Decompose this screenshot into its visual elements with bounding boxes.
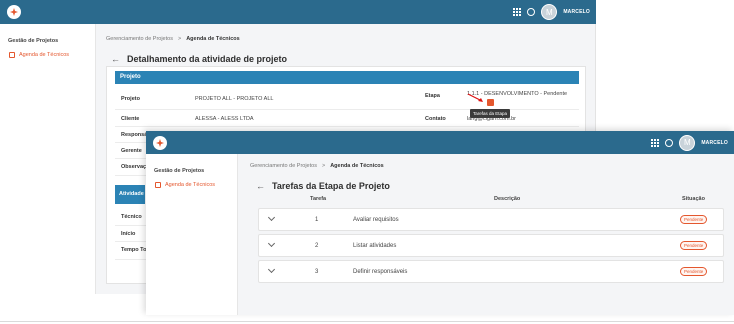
breadcrumb: Gerenciamento de Projetos > Agenda de Té… xyxy=(106,36,240,42)
settings-gear-icon[interactable] xyxy=(527,8,536,16)
breadcrumb-separator: > xyxy=(321,163,326,169)
column-header-task: Tarefa xyxy=(310,196,327,202)
task-number: 1 xyxy=(315,217,319,223)
front-window: M MARCELO Gestão de Projetos Agenda de T… xyxy=(146,131,734,315)
task-description: Avaliar requisitos xyxy=(353,217,399,223)
apps-grid-icon[interactable] xyxy=(513,8,522,16)
calendar-icon xyxy=(155,182,161,188)
back-arrow-icon[interactable]: ← xyxy=(256,181,265,191)
task-number: 2 xyxy=(315,243,319,249)
field-label: Etapa xyxy=(425,93,440,99)
breadcrumb-link[interactable]: Gerenciamento de Projetos xyxy=(106,36,173,42)
task-description: Listar atividades xyxy=(353,243,397,249)
table-row[interactable]: 2 Listar atividades Pendente xyxy=(258,234,724,257)
user-name[interactable]: MARCELO xyxy=(701,140,728,146)
chevron-down-icon[interactable] xyxy=(267,265,276,274)
field-value: ALESSA - ALESS LTDA xyxy=(195,116,254,122)
apps-grid-icon[interactable] xyxy=(651,138,660,147)
top-bar: M MARCELO xyxy=(146,131,734,154)
breadcrumb-link[interactable]: Gerenciamento de Projetos xyxy=(250,163,317,169)
table-row[interactable]: 1 Avaliar requisitos Pendente xyxy=(258,208,724,231)
calendar-icon xyxy=(9,52,15,58)
sidebar-title[interactable]: Gestão de Projetos xyxy=(0,24,95,44)
user-avatar[interactable]: M xyxy=(679,134,696,151)
status-badge: Pendente xyxy=(680,241,708,250)
sidebar-item-label: Agenda de Técnicos xyxy=(165,182,216,188)
red-arrow-icon xyxy=(467,93,483,102)
chevron-down-icon[interactable] xyxy=(267,213,276,222)
task-description: Definir responsáveis xyxy=(353,269,408,275)
field-label: Cliente xyxy=(121,116,140,122)
sidebar-title[interactable]: Gestão de Projetos xyxy=(146,154,237,174)
user-avatar[interactable]: M xyxy=(541,4,558,20)
table-row[interactable]: 3 Definir responsáveis Pendente xyxy=(258,260,724,283)
status-badge: Pendente xyxy=(680,215,708,224)
sidebar-item-label: Agenda de Técnicos xyxy=(19,52,70,58)
top-bar: M MARCELO xyxy=(0,0,596,24)
task-number: 3 xyxy=(315,269,319,275)
divider xyxy=(0,321,734,322)
settings-gear-icon[interactable] xyxy=(665,138,674,147)
sidebar: Gestão de Projetos Agenda de Técnicos xyxy=(146,154,238,315)
sidebar-item-agenda[interactable]: Agenda de Técnicos xyxy=(0,44,95,58)
sidebar-item-agenda[interactable]: Agenda de Técnicos xyxy=(146,174,237,188)
breadcrumb-current: Agenda de Técnicos xyxy=(186,36,240,42)
page-title: ← Detalhamento da atividade de projeto xyxy=(111,54,287,64)
user-name[interactable]: MARCELO xyxy=(563,9,590,15)
field-value: PROJETO ALL - PROJETO ALL xyxy=(195,96,274,102)
section-header-projeto: Projeto xyxy=(115,71,579,84)
column-header-status: Situação xyxy=(682,196,705,202)
breadcrumb: Gerenciamento de Projetos > Agenda de Té… xyxy=(250,163,384,169)
field-label: Projeto xyxy=(121,96,140,102)
back-arrow-icon[interactable]: ← xyxy=(111,54,120,64)
page-title: ← Tarefas da Etapa de Projeto xyxy=(256,181,390,191)
page-title-text: Tarefas da Etapa de Projeto xyxy=(272,181,390,191)
field-label: Início xyxy=(121,231,136,237)
section-header-atividade: Atividade xyxy=(115,185,145,204)
field-label: Técnico xyxy=(121,214,142,220)
page-title-text: Detalhamento da atividade de projeto xyxy=(127,54,288,64)
column-header-description: Descrição xyxy=(494,196,521,202)
chevron-down-icon[interactable] xyxy=(267,239,276,248)
sidebar: Gestão de Projetos Agenda de Técnicos xyxy=(0,24,96,294)
app-logo-icon[interactable] xyxy=(153,135,167,150)
checkbox-icon[interactable] xyxy=(487,99,494,106)
field-value: lang@cigam.com.br xyxy=(467,116,516,122)
detail-row: Cliente ALESSA - ALESS LTDA Contato lang… xyxy=(115,110,579,127)
detail-row: Projeto PROJETO ALL - PROJETO ALL Etapa … xyxy=(115,87,579,118)
field-label: Contato xyxy=(425,116,446,122)
status-badge: Pendente xyxy=(680,267,708,276)
app-logo-icon[interactable] xyxy=(7,5,21,19)
field-label: Gerente xyxy=(121,148,142,154)
breadcrumb-separator: > xyxy=(177,36,182,42)
breadcrumb-current: Agenda de Técnicos xyxy=(330,163,384,169)
